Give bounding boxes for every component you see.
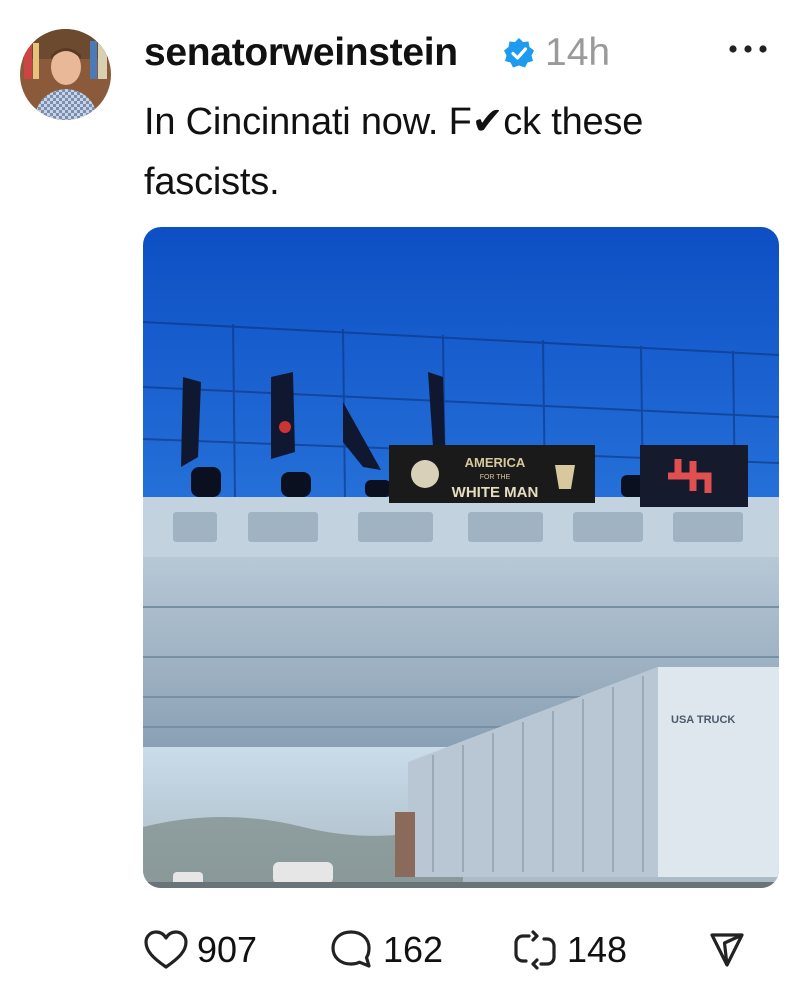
like-button[interactable]: 907 bbox=[143, 922, 257, 978]
reply-button[interactable]: 162 bbox=[329, 922, 443, 978]
repost-count: 148 bbox=[567, 929, 628, 970]
share-icon bbox=[710, 933, 744, 967]
verified-badge-icon bbox=[504, 38, 534, 68]
avatar-image bbox=[20, 29, 111, 120]
repost-icon bbox=[514, 930, 556, 970]
heart-icon bbox=[144, 930, 188, 969]
comment-icon bbox=[331, 930, 371, 968]
action-bar: 907 162 148 bbox=[143, 922, 783, 978]
share-button[interactable] bbox=[709, 922, 745, 978]
like-count: 907 bbox=[197, 929, 258, 970]
post-text: In Cincinnati now. F✔ck these fascists. bbox=[144, 101, 644, 203]
reply-count: 162 bbox=[383, 929, 444, 970]
more-dots-icon[interactable] bbox=[725, 36, 771, 62]
banner-line-2: FOR THE bbox=[480, 474, 511, 481]
username[interactable]: senatorweinstein bbox=[144, 30, 458, 76]
avatar[interactable] bbox=[20, 29, 111, 120]
repost-button[interactable]: 148 bbox=[511, 922, 627, 978]
banner-line-3: WHITE MAN bbox=[452, 484, 539, 501]
timestamp: 14h bbox=[545, 31, 611, 74]
truck-logo-text: USA TRUCK bbox=[671, 714, 735, 726]
banner-line-1: AMERICA bbox=[465, 455, 526, 470]
post-image[interactable]: AMERICA FOR THE WHITE MAN USA TRUCK bbox=[143, 227, 779, 888]
